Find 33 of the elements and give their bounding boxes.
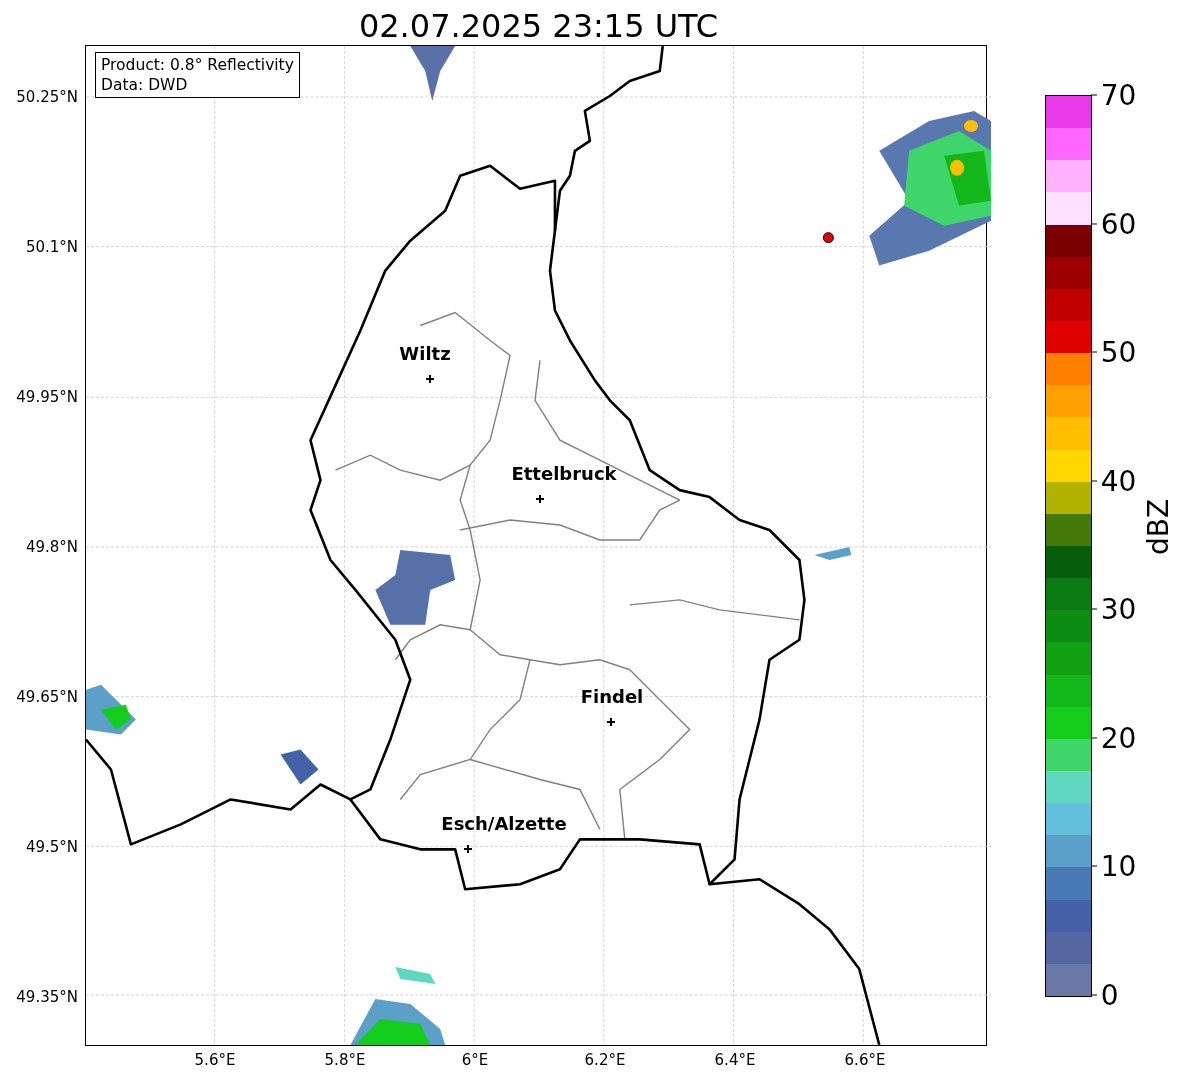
latitude-tick-label: 50.25°N	[16, 88, 78, 106]
colorbar-tick-label: 40	[1100, 464, 1137, 498]
colorbar-label: dBZ	[1141, 498, 1175, 555]
colorbar-tick-label: 50	[1100, 335, 1137, 369]
city-label: Esch/Alzette	[441, 815, 567, 833]
city-marker-icon	[464, 845, 472, 853]
info-text: Data: DWD	[101, 75, 189, 95]
colorbar-tick-label: 70	[1100, 78, 1137, 112]
info-text: Product: 0.8° Reflectivity	[101, 55, 294, 75]
city-marker-icon	[607, 718, 615, 726]
colorbar-tick-label: 20	[1100, 721, 1137, 755]
city-marker-icon	[536, 495, 544, 503]
chart-title: 02.07.2025 23:15 UTC	[357, 6, 720, 45]
latitude-tick-label: 49.35°N	[16, 988, 78, 1006]
city-label: Ettelbruck	[511, 465, 617, 483]
longitude-tick-label: 5.6°E	[194, 1051, 236, 1069]
city-label: Findel	[580, 688, 644, 706]
colorbar-tick-label: 10	[1100, 849, 1137, 883]
colorbar-tick-label: 60	[1100, 207, 1137, 241]
longitude-tick-label: 6°E	[461, 1051, 489, 1069]
colorbar-tick-label: 30	[1100, 592, 1137, 626]
latitude-tick-label: 49.65°N	[16, 688, 78, 706]
longitude-tick-label: 6.2°E	[584, 1051, 626, 1069]
longitude-tick-label: 5.8°E	[324, 1051, 366, 1069]
city-marker-icon	[426, 375, 434, 383]
latitude-tick-label: 49.95°N	[16, 388, 78, 406]
latitude-tick-label: 49.8°N	[25, 538, 78, 556]
city-label: Wiltz	[399, 345, 451, 363]
latitude-tick-label: 50.1°N	[25, 238, 78, 256]
colorbar-tick-label: 0	[1100, 978, 1119, 1012]
longitude-tick-label: 6.4°E	[714, 1051, 756, 1069]
latitude-tick-label: 49.5°N	[25, 838, 78, 856]
longitude-tick-label: 6.6°E	[844, 1051, 886, 1069]
